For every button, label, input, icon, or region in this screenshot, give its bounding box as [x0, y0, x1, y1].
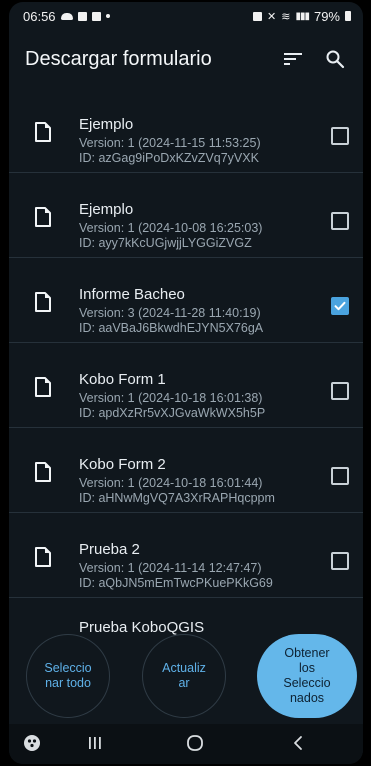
gallery-icon	[77, 11, 87, 21]
cloud-icon	[60, 12, 73, 20]
refresh-label-line: ar	[178, 676, 190, 690]
wifi-icon: ≋	[281, 10, 291, 23]
check-icon	[334, 301, 346, 311]
form-version: Version: 1 (2024-10-18 16:01:44)	[79, 476, 263, 490]
form-name: Ejemplo	[79, 201, 134, 218]
refresh-label-line: Actualiz	[162, 661, 206, 675]
select-all-label: Seleccio nar todo	[44, 661, 91, 691]
document-icon	[35, 292, 51, 312]
form-texts: Kobo Form 1 Version: 1 (2024-10-18 16:01…	[79, 371, 265, 421]
form-id: ID: azGag9iPoDxKZvZVq7yVXK	[79, 151, 259, 165]
get-selected-label-line: nados	[289, 691, 325, 705]
select-all-label-line: Seleccio	[44, 661, 92, 675]
form-row[interactable]: Ejemplo Version: 1 (2024-10-08 16:25:03)…	[9, 173, 363, 258]
form-version: Version: 1 (2024-10-08 16:25:03)	[79, 221, 263, 235]
app-bar: Descargar formulario	[9, 32, 363, 86]
get-selected-button[interactable]: Obtener los Seleccio nados	[257, 634, 357, 718]
status-time: 06:56	[23, 8, 56, 24]
select-all-label-line: nar todo	[45, 676, 91, 690]
form-version: Version: 1 (2024-11-14 12:47:47)	[79, 561, 262, 575]
form-version: Version: 3 (2024-11-28 11:40:19)	[79, 306, 261, 320]
form-texts: Ejemplo Version: 1 (2024-10-08 16:25:03)…	[79, 201, 262, 251]
form-texts: Kobo Form 2 Version: 1 (2024-10-18 16:01…	[79, 456, 275, 506]
form-list: Ejemplo Version: 1 (2024-11-15 11:53:25)…	[9, 88, 363, 598]
form-texts: Informe Bacheo Version: 3 (2024-11-28 11…	[79, 286, 263, 336]
signal-icon: ▮▮▮	[295, 10, 309, 22]
form-row[interactable]: Ejemplo Version: 1 (2024-11-15 11:53:25)…	[9, 88, 363, 173]
system-nav-bar	[9, 724, 363, 764]
status-bar: 06:56 ✕ ≋ ▮▮▮ 79%	[9, 2, 363, 30]
form-version: Version: 1 (2024-10-18 16:01:38)	[79, 391, 263, 405]
sort-button[interactable]	[279, 45, 307, 73]
get-selected-label: Obtener los Seleccio nados	[283, 646, 330, 706]
recent-apps-icon[interactable]	[87, 734, 103, 752]
home-icon[interactable]	[186, 734, 204, 752]
get-selected-label-line: Seleccio	[283, 676, 331, 690]
document-icon	[35, 377, 51, 397]
form-texts: Ejemplo Version: 1 (2024-11-15 11:53:25)…	[79, 116, 261, 166]
search-icon	[326, 50, 345, 69]
search-button[interactable]	[321, 45, 349, 73]
form-row[interactable]: Prueba 2 Version: 1 (2024-11-14 12:47:47…	[9, 513, 363, 598]
status-left: 06:56	[23, 9, 110, 24]
form-name: Kobo Form 2	[79, 456, 166, 473]
form-row[interactable]: Informe Bacheo Version: 3 (2024-11-28 11…	[9, 258, 363, 343]
form-checkbox[interactable]	[331, 127, 349, 145]
get-selected-label-line: Obtener	[284, 646, 330, 660]
select-all-button[interactable]: Seleccio nar todo	[26, 634, 110, 718]
get-selected-label-line: los	[299, 661, 315, 675]
more-notifications-dot-icon	[105, 14, 110, 18]
game-launcher-icon[interactable]	[23, 734, 41, 752]
form-id: ID: aHNwMgVQ7A3XrRAPHqcppm	[79, 491, 275, 505]
status-battery: 79%	[313, 8, 340, 24]
form-checkbox[interactable]	[331, 212, 349, 230]
page-title: Descargar formulario	[25, 47, 212, 70]
form-id: ID: aQbJN5mEmTwcPKuePKkG69	[79, 576, 273, 590]
alarm-icon	[253, 11, 263, 21]
form-name: Kobo Form 1	[79, 371, 166, 388]
form-checkbox[interactable]	[331, 467, 349, 485]
form-id: ID: aaVBaJ6BkwdhEJYN5X76gA	[79, 321, 264, 335]
form-name: Informe Bacheo	[79, 286, 185, 303]
form-row[interactable]: Kobo Form 1 Version: 1 (2024-10-18 16:01…	[9, 343, 363, 428]
mute-icon: ✕	[267, 10, 277, 23]
form-checkbox-checked[interactable]	[331, 297, 349, 315]
form-checkbox[interactable]	[331, 382, 349, 400]
document-icon	[35, 547, 51, 567]
back-icon[interactable]	[291, 734, 305, 752]
form-id: ID: ayy7kKcUGjwjjLYGGiZVGZ	[79, 236, 252, 250]
form-version: Version: 1 (2024-11-15 11:53:25)	[79, 136, 261, 150]
refresh-button[interactable]: Actualiz ar	[142, 634, 226, 718]
document-icon	[35, 207, 51, 227]
status-right: ✕ ≋ ▮▮▮ 79%	[253, 9, 351, 24]
document-icon	[35, 462, 51, 482]
form-id: ID: apdXzRr5vXJGvaWkWX5h5P	[79, 406, 266, 420]
battery-icon	[345, 11, 351, 21]
form-texts: Prueba 2 Version: 1 (2024-11-14 12:47:47…	[79, 541, 273, 591]
document-icon	[35, 122, 51, 142]
refresh-label: Actualiz ar	[162, 661, 206, 691]
sort-icon	[284, 53, 302, 65]
check-notification-icon	[91, 11, 101, 21]
phone-screen: 06:56 ✕ ≋ ▮▮▮ 79% Descargar formulario E…	[9, 2, 363, 764]
form-name: Ejemplo	[79, 116, 134, 133]
form-name: Prueba 2	[79, 541, 140, 558]
form-row[interactable]: Kobo Form 2 Version: 1 (2024-10-18 16:01…	[9, 428, 363, 513]
form-checkbox[interactable]	[331, 552, 349, 570]
